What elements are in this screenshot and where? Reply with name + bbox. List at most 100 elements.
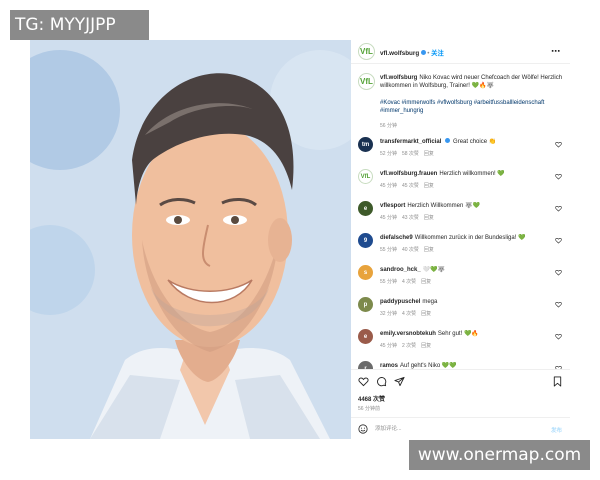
comment-row: r ramos Auf geht's Niko 💚💚 bbox=[351, 358, 570, 369]
comment-body: Herzlich willkommen! 💚 bbox=[439, 171, 505, 177]
comment-avatar[interactable]: p bbox=[358, 297, 373, 312]
comment-time: 55 分钟 bbox=[380, 279, 397, 285]
comment-text: transfermarkt_official Great choice 👏 bbox=[380, 138, 552, 146]
comment-likes[interactable]: 43 次赞 bbox=[402, 215, 419, 221]
comment-time: 45 分钟 bbox=[380, 183, 397, 189]
comment-time: 52 分钟 bbox=[380, 151, 397, 157]
comment-row: VfL vfl.wolfsburg.frauen Herzlich willkomm… bbox=[351, 166, 570, 198]
heart-icon[interactable] bbox=[555, 333, 562, 340]
comment-body: Great choice 👏 bbox=[453, 139, 497, 145]
comment-body: Willkommen zurück in der Bundesliga! 💚 bbox=[414, 235, 526, 241]
comment-icon[interactable] bbox=[376, 376, 387, 387]
comment-likes[interactable]: 58 次赞 bbox=[402, 151, 419, 157]
watermark-bottom-right: www.onermap.com bbox=[409, 440, 590, 470]
comment-input[interactable] bbox=[375, 423, 525, 435]
comment-bar: 发布 bbox=[351, 417, 570, 439]
comment-row: e emily.versnobtekuh Sehr gut! 💚🔥 45 分钟 2 次赞… bbox=[351, 326, 570, 358]
comment-text: vfl.wolfsburg.frauen Herzlich willkommen!… bbox=[380, 170, 552, 178]
comment-meta: 55 分钟 4 次赞 回复 bbox=[380, 278, 436, 285]
comment-text: paddypuschel mega bbox=[380, 298, 552, 306]
comments-list[interactable]: VfL vfl.wolfsburg Niko Kovac wird neuer C… bbox=[351, 64, 570, 369]
comment-username[interactable]: vfl.wolfsburg.frauen bbox=[380, 171, 437, 177]
comment-meta: 45 分钟 2 次赞 回复 bbox=[380, 342, 436, 349]
post-header: VfL vfl.wolfsburg • 关注 ⋯ bbox=[351, 40, 570, 64]
likes-count[interactable]: 4468 次赞 bbox=[358, 394, 385, 403]
comment-text: emily.versnobtekuh Sehr gut! 💚🔥 bbox=[380, 330, 552, 338]
comment-time: 55 分钟 bbox=[380, 247, 397, 253]
caption-time: 56 分钟 bbox=[380, 123, 397, 129]
heart-icon[interactable] bbox=[555, 205, 562, 212]
comment-username[interactable]: paddypuschel bbox=[380, 299, 420, 305]
bookmark-icon[interactable] bbox=[552, 376, 563, 387]
verified-badge-icon bbox=[421, 50, 427, 55]
comment-row: p paddypuschel mega 32 分钟 4 次赞 回复 bbox=[351, 294, 570, 326]
post-author: vfl.wolfsburg • 关注 bbox=[380, 48, 444, 57]
comment-username[interactable]: sandroo_hck_ bbox=[380, 267, 421, 273]
comment-username[interactable]: emily.versnobtekuh bbox=[380, 331, 436, 337]
comment-meta: 55 分钟 40 次赞 回复 bbox=[380, 246, 439, 253]
heart-icon[interactable] bbox=[555, 141, 562, 148]
heart-icon[interactable] bbox=[555, 173, 562, 180]
reply-button[interactable]: 回复 bbox=[424, 183, 434, 189]
comment-body: mega bbox=[422, 299, 438, 305]
account-avatar[interactable]: VfL bbox=[358, 43, 375, 60]
emoji-icon[interactable] bbox=[358, 424, 368, 434]
reply-button[interactable]: 回复 bbox=[421, 279, 431, 285]
heart-icon[interactable] bbox=[555, 269, 562, 276]
more-options-icon[interactable]: ⋯ bbox=[551, 46, 561, 57]
comment-likes[interactable]: 4 次赞 bbox=[402, 279, 416, 285]
heart-icon[interactable] bbox=[555, 237, 562, 244]
post-panel: VfL vfl.wolfsburg • 关注 ⋯ VfL vfl.wolfsbur… bbox=[351, 40, 570, 439]
comment-row: tm transfermarkt_official Great choice 👏 5… bbox=[351, 134, 570, 166]
post-photo bbox=[30, 40, 351, 439]
comment-row: 9 diefalsche9 Willkommen zurück in der Bun… bbox=[351, 230, 570, 262]
caption-avatar[interactable]: VfL bbox=[358, 73, 375, 90]
comment-likes[interactable]: 45 次赞 bbox=[402, 183, 419, 189]
comment-meta: 32 分钟 4 次赞 回复 bbox=[380, 310, 436, 317]
action-bar bbox=[351, 369, 570, 392]
author-username[interactable]: vfl.wolfsburg bbox=[380, 50, 419, 57]
comment-body: Sehr gut! 💚🔥 bbox=[437, 331, 479, 337]
comment-time: 45 分钟 bbox=[380, 215, 397, 221]
comment-row: e vflesport Herzlich Willkommen 🐺💚 45 分钟 43 … bbox=[351, 198, 570, 230]
comment-meta: 45 分钟 43 次赞 回复 bbox=[380, 214, 439, 221]
follow-button[interactable]: 关注 bbox=[431, 50, 444, 57]
heart-icon[interactable] bbox=[358, 376, 369, 387]
comment-avatar[interactable]: e bbox=[358, 201, 373, 216]
comment-avatar[interactable]: s bbox=[358, 265, 373, 280]
comment-body: 🤍💚🐺 bbox=[422, 267, 446, 273]
comment-body: Herzlich Willkommen 🐺💚 bbox=[407, 203, 480, 209]
comment-avatar[interactable]: e bbox=[358, 329, 373, 344]
comment-text: vflesport Herzlich Willkommen 🐺💚 bbox=[380, 202, 552, 210]
header-separator: • bbox=[427, 50, 430, 57]
comment-username[interactable]: vflesport bbox=[380, 203, 405, 209]
post-comment-button[interactable]: 发布 bbox=[551, 426, 562, 434]
comment-username[interactable]: transfermarkt_official bbox=[380, 139, 441, 145]
comment-likes[interactable]: 4 次赞 bbox=[402, 311, 416, 317]
comment-meta: 52 分钟 58 次赞 回复 bbox=[380, 150, 439, 157]
comment-username[interactable]: diefalsche9 bbox=[380, 235, 413, 241]
comment-meta: 45 分钟 45 次赞 回复 bbox=[380, 182, 439, 189]
comment-likes[interactable]: 40 次赞 bbox=[402, 247, 419, 253]
reply-button[interactable]: 回复 bbox=[421, 311, 431, 317]
verified-badge-icon bbox=[445, 138, 451, 143]
share-icon[interactable] bbox=[394, 376, 405, 387]
comment-time: 32 分钟 bbox=[380, 311, 397, 317]
comment-likes[interactable]: 2 次赞 bbox=[402, 343, 416, 349]
caption-text: vfl.wolfsburg Niko Kovac wird neuer Chefc… bbox=[380, 74, 563, 90]
comment-text: ramos Auf geht's Niko 💚💚 bbox=[380, 362, 552, 369]
comment-avatar[interactable]: tm bbox=[358, 137, 373, 152]
post-timestamp: 56 分钟前 bbox=[358, 406, 380, 412]
reply-button[interactable]: 回复 bbox=[424, 247, 434, 253]
heart-icon[interactable] bbox=[555, 301, 562, 308]
comment-avatar[interactable]: VfL bbox=[358, 169, 373, 184]
comment-avatar[interactable]: r bbox=[358, 361, 373, 369]
reply-button[interactable]: 回复 bbox=[424, 215, 434, 221]
watermark-top-left: TG: MYYJJPP bbox=[10, 10, 149, 40]
caption-username[interactable]: vfl.wolfsburg bbox=[380, 75, 417, 81]
comment-avatar[interactable]: 9 bbox=[358, 233, 373, 248]
reply-button[interactable]: 回复 bbox=[424, 151, 434, 157]
comment-text: diefalsche9 Willkommen zurück in der Bund… bbox=[380, 234, 552, 242]
caption-hashtags[interactable]: #Kovac #immerwolfs #vflwolfsburg #arbeit… bbox=[380, 99, 563, 115]
reply-button[interactable]: 回复 bbox=[421, 343, 431, 349]
